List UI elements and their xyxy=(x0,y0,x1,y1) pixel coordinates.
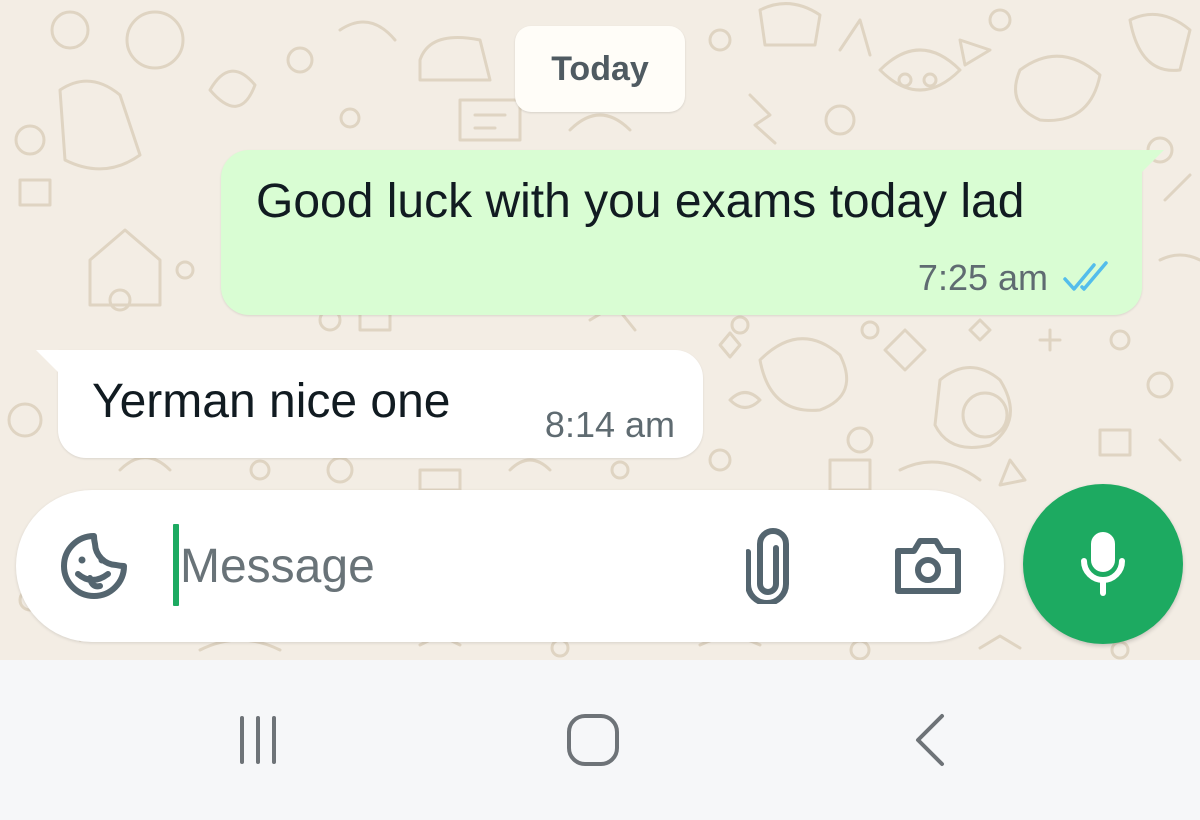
attach-button[interactable] xyxy=(738,528,798,604)
camera-button[interactable] xyxy=(888,530,968,602)
back-icon xyxy=(916,714,944,766)
message-time: 8:14 am xyxy=(544,404,675,445)
message-composer xyxy=(16,490,1004,642)
message-time: 7:25 am xyxy=(917,257,1048,298)
voice-message-button[interactable] xyxy=(1023,484,1183,644)
bubble-tail xyxy=(1142,150,1164,172)
camera-icon xyxy=(895,538,961,594)
recent-apps-icon xyxy=(240,716,276,764)
sticker-emoji-icon xyxy=(61,533,127,599)
message-text: Yerman nice one xyxy=(92,375,451,428)
message-meta: 7:25 am xyxy=(918,257,1114,299)
system-navigation-bar xyxy=(0,660,1200,820)
incoming-message-bubble[interactable]: Yerman nice one 8:14 am xyxy=(36,350,703,458)
outgoing-message-bubble[interactable]: Good luck with you exams today lad 7:25 … xyxy=(221,150,1164,315)
microphone-icon xyxy=(1081,532,1125,596)
recent-apps-button[interactable] xyxy=(198,700,318,780)
message-text: Good luck with you exams today lad xyxy=(256,175,1025,228)
paperclip-icon xyxy=(746,528,789,604)
date-separator: Today xyxy=(515,26,685,112)
chat-background: Today Good luck with you exams today lad… xyxy=(0,0,1200,660)
home-button[interactable] xyxy=(533,700,653,780)
double-check-icon xyxy=(1063,261,1108,291)
back-button[interactable] xyxy=(870,700,990,780)
sticker-emoji-button[interactable] xyxy=(58,530,130,602)
date-label: Today xyxy=(551,49,649,88)
home-icon xyxy=(567,714,619,766)
message-input[interactable] xyxy=(174,526,680,606)
bubble-tail xyxy=(36,350,58,372)
